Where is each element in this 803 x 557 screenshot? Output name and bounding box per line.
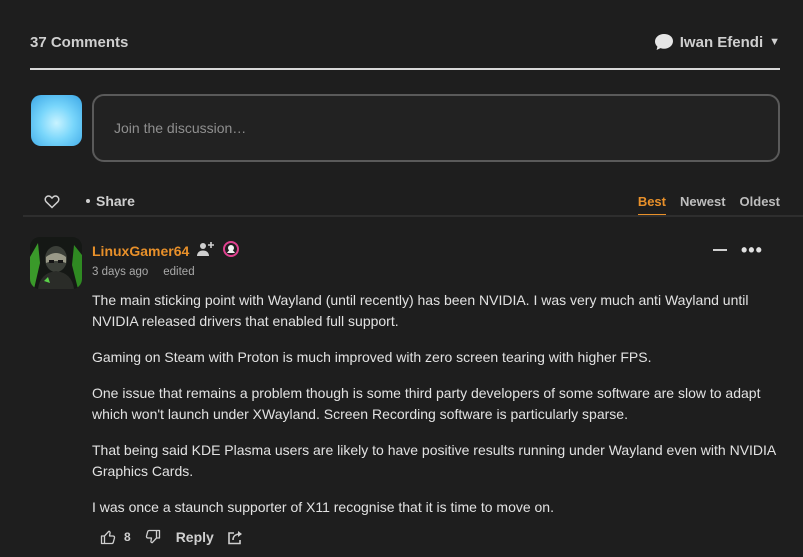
comment-paragraph: The main sticking point with Wayland (un… [92, 292, 749, 329]
comments-header: 37 Comments Iwan Efendi ▼ [30, 34, 780, 54]
comment-paragraph: Gaming on Steam with Proton is much impr… [92, 349, 652, 365]
comment-actions: 8 Reply [100, 529, 244, 545]
avatar[interactable] [31, 95, 82, 146]
comment-count: 37 Comments [30, 34, 129, 51]
avatar-image [30, 237, 82, 289]
badge-icon [223, 241, 239, 257]
add-user-icon[interactable] [197, 241, 215, 257]
chat-bubble-icon [654, 34, 673, 50]
separator-dot [86, 199, 90, 203]
heart-icon[interactable] [44, 194, 60, 209]
toolbar-divider [23, 215, 803, 217]
share-label: Share [96, 193, 135, 209]
comment-time[interactable]: 3 days ago [92, 266, 148, 278]
comment-author-name[interactable]: LinuxGamer64 [92, 243, 189, 259]
sort-tab-oldest[interactable]: Oldest [740, 194, 780, 216]
user-name: Iwan Efendi [679, 33, 764, 51]
share-button[interactable]: Share [86, 193, 135, 209]
comment-paragraph: One issue that remains a problem though … [92, 385, 761, 422]
comments-section: 37 Comments Iwan Efendi ▼ Share Best New… [0, 0, 803, 557]
share-comment-button[interactable] [227, 530, 244, 545]
comment-meta: 3 days ago edited [92, 266, 195, 278]
edited-label: edited [163, 266, 195, 278]
upvote-button[interactable]: 8 [100, 529, 131, 545]
sort-tab-newest[interactable]: Newest [680, 194, 726, 216]
sort-tabs: Best Newest Oldest [637, 194, 780, 216]
upvote-count: 8 [124, 530, 131, 544]
comment-input[interactable] [114, 116, 754, 140]
reply-button[interactable]: Reply [176, 529, 214, 545]
comment-author-avatar[interactable] [30, 237, 82, 289]
comment-paragraph: I was once a staunch supporter of X11 re… [92, 499, 554, 515]
comment-paragraph: That being said KDE Plasma users are lik… [92, 442, 776, 479]
chevron-down-icon: ▼ [769, 36, 780, 48]
comment-composer[interactable] [92, 94, 780, 162]
comment-body: The main sticking point with Wayland (un… [92, 290, 782, 533]
thumbs-down-icon [145, 529, 160, 544]
header-divider [30, 68, 780, 70]
user-menu[interactable]: Iwan Efendi ▼ [654, 33, 780, 51]
thumbs-up-icon [100, 530, 116, 545]
more-icon[interactable]: ••• [741, 241, 763, 259]
author-badges [197, 241, 239, 257]
collapse-icon[interactable] [713, 249, 727, 251]
downvote-button[interactable] [145, 529, 161, 545]
sort-tab-best[interactable]: Best [637, 194, 666, 216]
share-icon [228, 530, 242, 544]
